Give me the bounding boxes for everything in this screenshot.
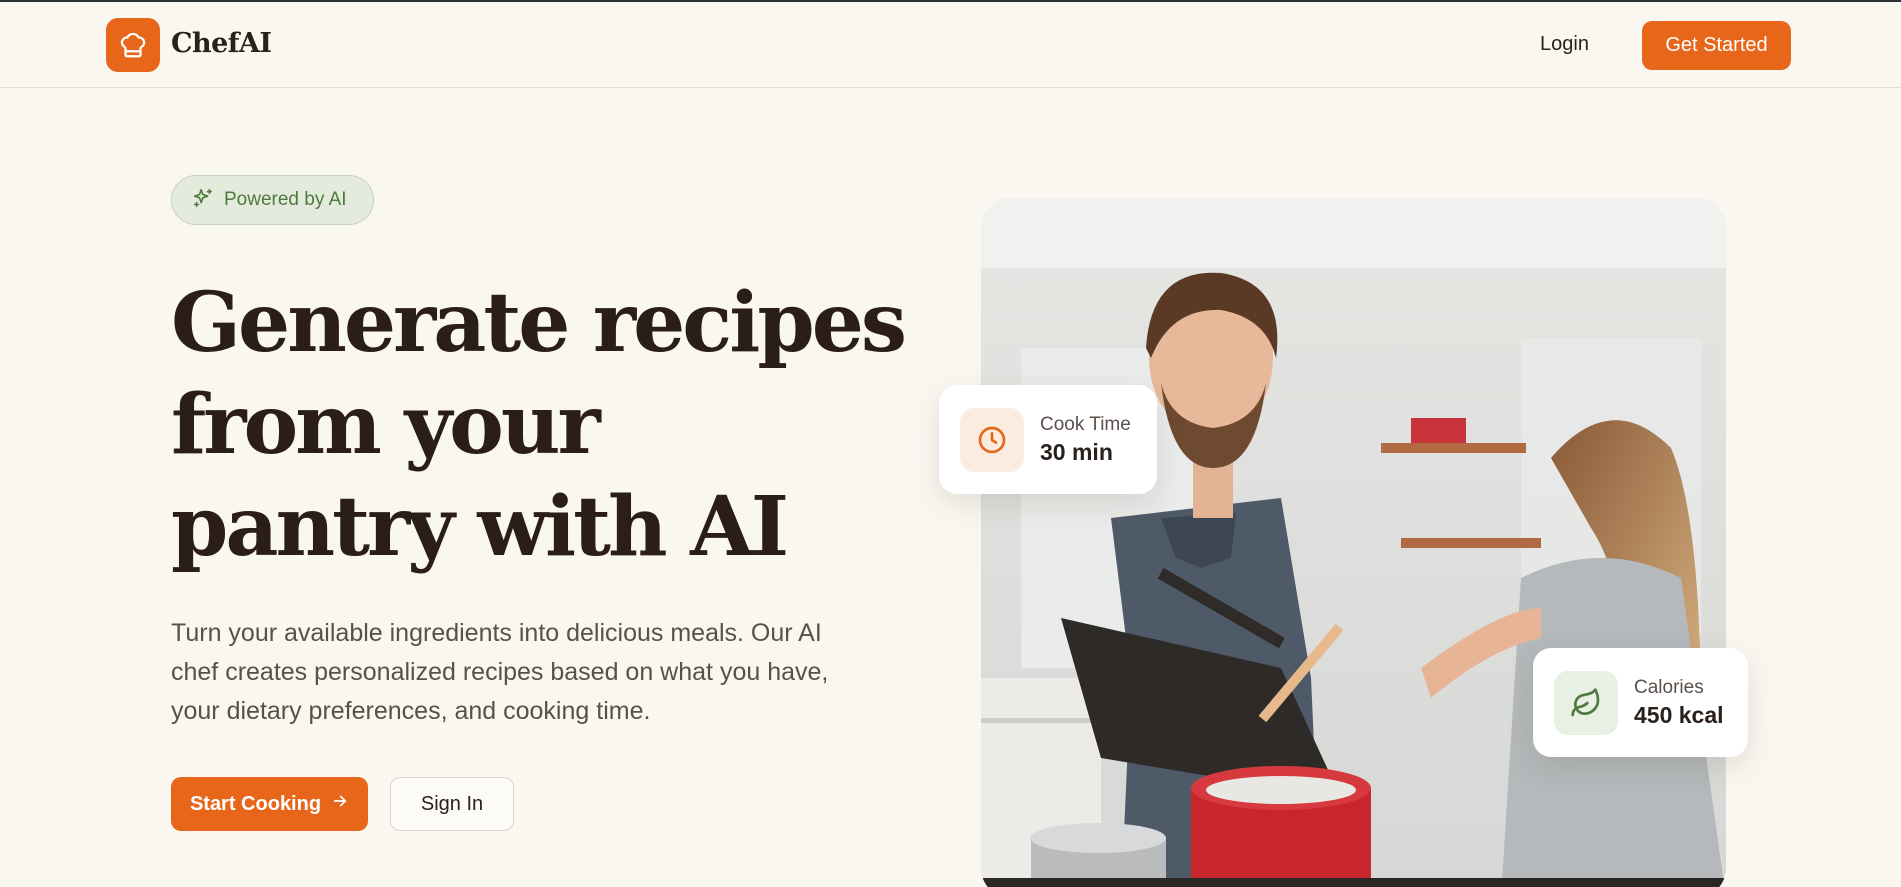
cook-time-label: Cook Time: [1040, 413, 1131, 435]
calories-value: 450 kcal: [1634, 701, 1724, 728]
get-started-button[interactable]: Get Started: [1642, 21, 1791, 70]
top-navbar: ChefAI Login Get Started: [0, 2, 1901, 88]
hero-description: Turn your available ingredients into del…: [171, 619, 829, 725]
start-cooking-label: Start Cooking: [189, 792, 322, 815]
login-link[interactable]: Login: [1540, 33, 1589, 56]
calories-card: Calories 450 kcal: [1533, 648, 1748, 757]
sign-in-button[interactable]: Sign In: [390, 777, 514, 831]
cook-time-card: Cook Time 30 min: [939, 385, 1157, 494]
badge-label: Powered by AI: [224, 189, 347, 210]
hero-cooking-photo: [981, 198, 1726, 887]
brand-name[interactable]: ChefAI: [171, 28, 272, 59]
leaf-icon: [1554, 670, 1618, 735]
start-cooking-button[interactable]: Start Cooking: [171, 777, 368, 831]
chef-hat-icon[interactable]: [106, 18, 160, 72]
clock-icon: [960, 407, 1024, 472]
sparkles-icon: [192, 187, 214, 214]
arrow-right-icon: [331, 792, 349, 816]
headline-line-3: pantry with AI: [171, 479, 789, 575]
hero-headline: Generate recipes from your pantry with A…: [171, 272, 907, 578]
powered-by-ai-badge: Powered by AI: [171, 175, 374, 225]
headline-line-2: from your: [171, 377, 601, 473]
calories-label: Calories: [1634, 676, 1704, 698]
couple-cooking-illustration: [981, 198, 1726, 887]
cook-time-value: 30 min: [1040, 438, 1113, 465]
headline-line-1: Generate recipes: [171, 275, 907, 371]
